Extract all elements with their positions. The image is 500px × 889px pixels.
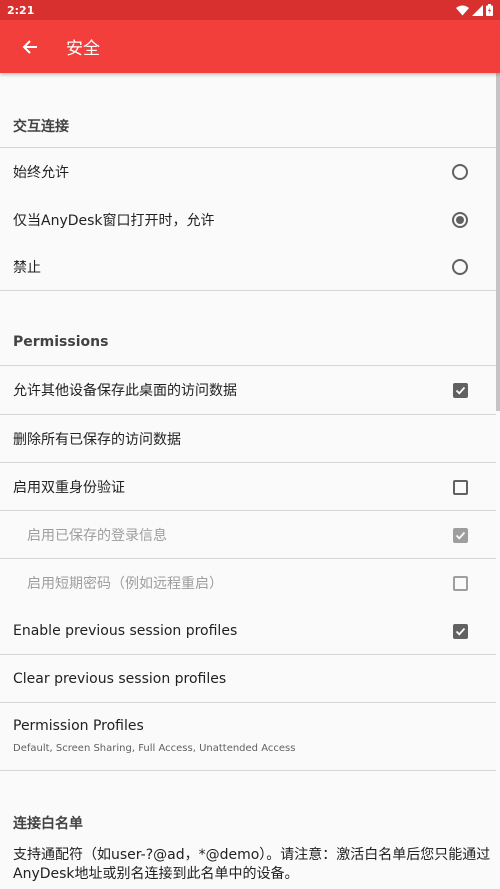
divider [0, 290, 496, 291]
radio-deny[interactable] [452, 259, 468, 275]
permission-previous-session-profiles[interactable]: Enable previous session profiles [0, 607, 496, 655]
arrow-back-icon [22, 39, 37, 54]
permission-profiles[interactable]: Permission Profiles Default, Screen Shar… [0, 703, 496, 769]
page-title: 安全 [66, 39, 100, 59]
option-allow-when-open[interactable]: 仅当AnyDesk窗口打开时，允许 [0, 196, 496, 244]
permission-label: Clear previous session profiles [13, 671, 227, 687]
option-label: 仅当AnyDesk窗口打开时，允许 [13, 213, 215, 229]
option-always-allow[interactable]: 始终允许 [0, 148, 496, 196]
back-button[interactable] [0, 20, 60, 73]
section-header-interactive: 交互连接 [13, 119, 69, 135]
radio-always-allow[interactable] [452, 164, 468, 180]
permission-label: 启用双重身份验证 [13, 480, 125, 496]
permission-two-factor[interactable]: 启用双重身份验证 [0, 463, 496, 511]
option-label: 始终允许 [13, 165, 69, 181]
option-deny[interactable]: 禁止 [0, 244, 496, 290]
divider [0, 770, 496, 771]
settings-list[interactable]: 交互连接 始终允许 仅当AnyDesk窗口打开时，允许 禁止 Permissio… [0, 73, 500, 889]
checkbox-saved-login [453, 527, 468, 543]
battery-icon [486, 4, 493, 16]
permission-label: 启用已保存的登录信息 [27, 528, 167, 544]
permission-clear-session-profiles[interactable]: Clear previous session profiles [0, 655, 496, 703]
section-header-permissions: Permissions [13, 334, 109, 350]
app-bar: 安全 [0, 20, 500, 73]
permission-label: 启用短期密码（例如远程重启） [27, 576, 223, 592]
signal-icon [472, 4, 483, 16]
permission-label: Enable previous session profiles [13, 623, 238, 639]
checkbox-allow-save-access[interactable] [453, 382, 468, 398]
whitelist-description: 支持通配符（如user-?@ad，*@demo）。请注意：激活白名单后您只能通过… [13, 847, 491, 882]
permission-delete-saved-access[interactable]: 删除所有已保存的访问数据 [0, 415, 496, 463]
scrollbar[interactable] [496, 73, 500, 411]
permission-label: 允许其他设备保存此桌面的访问数据 [13, 383, 237, 399]
permission-label: 删除所有已保存的访问数据 [13, 432, 181, 448]
option-label: 禁止 [13, 260, 41, 276]
permission-saved-login: 启用已保存的登录信息 [0, 511, 496, 559]
permission-allow-save-access[interactable]: 允许其他设备保存此桌面的访问数据 [0, 366, 496, 414]
permission-label: Permission Profiles [13, 718, 144, 734]
permission-short-password: 启用短期密码（例如远程重启） [0, 559, 496, 607]
wifi-icon [456, 5, 469, 15]
checkbox-two-factor[interactable] [453, 479, 468, 495]
status-icons [456, 4, 493, 16]
section-header-whitelist: 连接白名单 [13, 816, 83, 832]
radio-allow-when-open[interactable] [452, 212, 468, 228]
checkbox-short-password [453, 575, 468, 591]
status-time: 2:21 [7, 3, 35, 17]
status-bar: 2:21 [0, 0, 500, 20]
checkbox-previous-session-profiles[interactable] [453, 623, 468, 639]
permission-profiles-summary: Default, Screen Sharing, Full Access, Un… [13, 743, 296, 754]
